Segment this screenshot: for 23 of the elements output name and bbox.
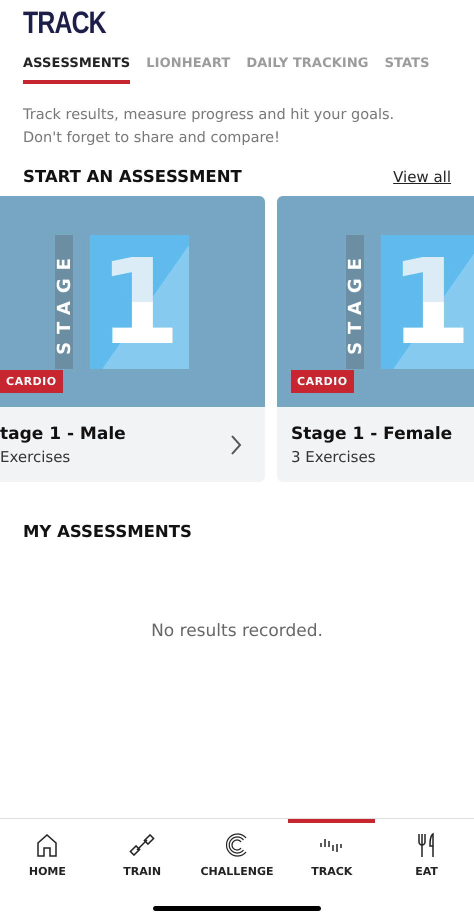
intro-text: Track results, measure progress and hit your goals. Don't forget to share and compare! [23,106,396,148]
nav-tab[interactable]: HOME [0,819,95,919]
category-badge: CARDIO [291,370,354,393]
nav-tab[interactable]: CHALLENGE [190,819,284,919]
empty-message: No results recorded. [150,621,324,641]
assessment-card[interactable]: STAGE 1 CARDIO tage 1 - Male Exercises [0,196,265,482]
section-heading: MY ASSESSMENTS [23,522,193,541]
view-all-link[interactable]: View all [393,168,451,186]
category-badge: CARDIO [0,370,63,393]
exercise-count: Exercises [0,448,72,466]
card-title: tage 1 - Male [0,424,127,444]
section-heading: START AN ASSESSMENT [23,167,242,186]
nav-tab[interactable]: TRACK [284,819,380,919]
dumbbell-icon [128,831,156,859]
card-title: Stage 1 - Female [291,424,454,444]
tab[interactable]: ASSESSMENTS [23,52,130,84]
exercise-count: 3 Exercises [291,448,377,466]
stage-label: STAGE [344,250,366,354]
assessment-card[interactable]: STAGE 1 CARDIO Stage 1 - Female 3 Exercises [277,196,474,482]
page-title: TRACK [23,4,108,42]
stage-label: STAGE [54,250,74,354]
nav-tab[interactable]: EAT [379,819,474,919]
nav-tab[interactable]: TRAIN [94,819,190,919]
